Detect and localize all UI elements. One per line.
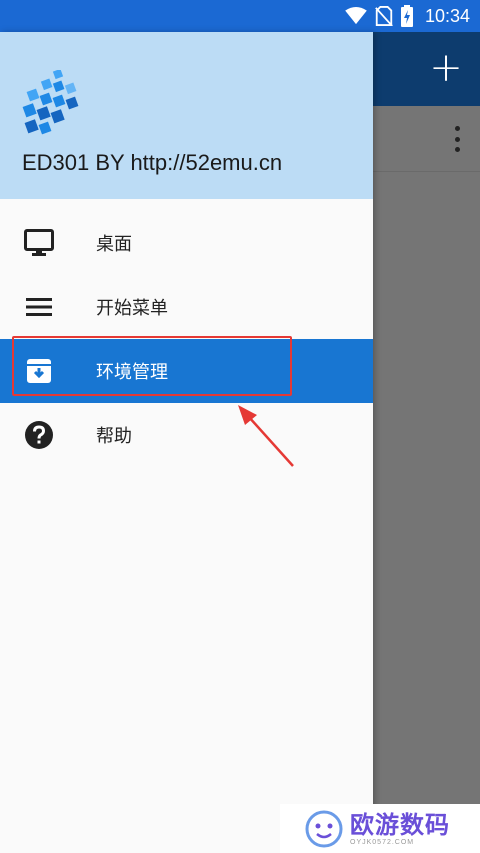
monitor-icon <box>21 225 57 261</box>
watermark-logo-icon <box>305 810 343 847</box>
menu-item-desktop[interactable]: 桌面 <box>0 211 373 275</box>
menu-item-label: 帮助 <box>96 426 132 447</box>
no-sim-icon <box>375 6 393 26</box>
more-vert-icon[interactable] <box>452 126 462 152</box>
menu-item-label: 开始菜单 <box>96 298 168 319</box>
watermark-sub-text: OYJK0572.COM <box>350 839 415 846</box>
menu-item-start-menu[interactable]: 开始菜单 <box>0 275 373 339</box>
help-circle-icon <box>21 417 57 453</box>
menu-lines-icon <box>21 289 57 325</box>
watermark: 欧游数码 OYJK0572.COM <box>280 804 480 853</box>
wifi-icon <box>345 7 367 25</box>
menu-item-help[interactable]: 帮助 <box>0 403 373 467</box>
menu-item-label: 桌面 <box>96 234 132 255</box>
drawer-header: ED301 BY http://52emu.cn <box>0 32 373 199</box>
navigation-drawer: ED301 BY http://52emu.cn 桌面 开始菜单 环境管理 帮助 <box>0 32 373 853</box>
annotation-arrow-icon <box>238 405 294 467</box>
drawer-title: ED301 BY http://52emu.cn <box>22 150 283 175</box>
status-time: 10:34 <box>424 5 470 26</box>
watermark-main-text: 欧游数码 <box>350 811 450 839</box>
status-bar: 10:34 <box>0 0 480 32</box>
app-logo-icon <box>22 70 79 135</box>
battery-charging-icon <box>400 5 413 27</box>
status-icons: 10:34 <box>345 0 470 32</box>
plus-icon[interactable]: + <box>428 48 464 88</box>
highlight-box <box>12 336 292 396</box>
